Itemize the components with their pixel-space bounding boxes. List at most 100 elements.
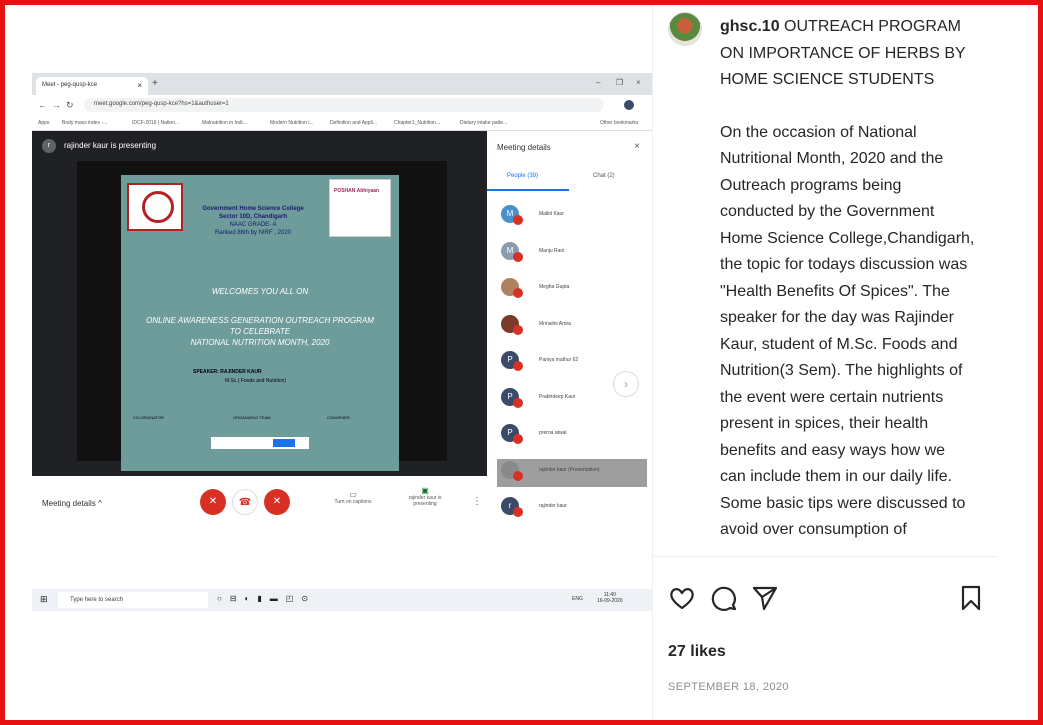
mic-off-icon [513,361,523,371]
bookmark-item[interactable]: Chapter1_Nutrition... [394,120,440,126]
chevron-right-icon[interactable]: › [613,371,639,397]
slide-convener: CONVENER: [327,415,351,420]
close-icon[interactable]: × [634,141,640,152]
maximize-icon[interactable]: ❐ [616,78,623,87]
close-icon[interactable]: × [137,81,142,90]
presenting-button[interactable]: ▣ rajinder kaur is presenting [400,486,450,507]
presenting-button-label: rajinder kaur is presenting [408,495,442,507]
mic-off-icon [513,507,523,517]
post-image: Meet - peg-qusp-kce × + – ❐ × ← → ↻ meet… [32,73,652,611]
meet-window: r rajinder kaur is presenting POSHAN Abhi… [32,131,652,611]
present-icon: ▣ [421,486,429,495]
mic-off-icon [513,434,523,444]
tab-people[interactable]: People (39) [507,173,538,179]
bookmark-item[interactable]: Body mass index -... [62,120,107,126]
browser-tabbar: Meet - peg-qusp-kce × + – ❐ × [32,73,652,95]
participant-name: Manju Rani [539,247,565,254]
presenter-avatar: r [42,139,56,153]
meeting-details-panel: Meeting details × People (39) Chat (2) M… [487,131,652,531]
slide-team: ORGANIZING TEAM [233,415,271,420]
camera-off-button[interactable]: ✕ [264,489,290,515]
meet-controls: Meeting details ^ ✕ ☎ ✕ ▭ Turn on caption… [32,476,487,531]
comment-icon[interactable] [710,584,738,612]
leave-call-button[interactable]: ☎ [232,489,258,515]
slide-program: ONLINE AWARENESS GENERATION OUTREACH PRO… [131,315,389,348]
heart-icon[interactable] [668,584,696,612]
captions-label: Turn on captions [334,499,372,505]
mic-off-button[interactable]: ✕ [200,489,226,515]
slide-speaker: SPEAKER: RAJINDER KAUR [193,369,262,375]
taskbar-search[interactable]: Type here to search [58,592,208,608]
back-icon[interactable]: ← [38,100,47,110]
mic-off-icon [513,251,523,262]
bookmark-item[interactable]: Malnutrition in Indi... [202,120,247,126]
address-bar-row: ← → ↻ meet.google.com/peg-qusp-kce?hs=1&… [32,95,652,115]
participant-row[interactable]: r rajinder kaur [497,495,647,523]
slide-program-line: ONLINE AWARENESS GENERATION OUTREACH PRO… [146,316,374,325]
caption-separator [652,556,998,557]
more-options-icon[interactable]: ⋮ [472,496,482,507]
bookmark-icon[interactable] [957,584,985,612]
poshan-logo: POSHAN Abhiyaan [329,179,391,237]
participant-name: Malkit Kaur [539,211,565,217]
participant-name: Megha Gupta [539,284,570,290]
participant-row[interactable]: Megha Gupta [497,276,647,304]
windows-start-icon[interactable]: ⊞ [40,594,48,605]
college-seal-logo [127,183,183,231]
slide-coordinator: CO-ORDINATOR [133,415,164,420]
profile-avatar[interactable] [624,100,634,110]
slide-college-block: Government Home Science College Sector 1… [193,205,313,237]
participant-name: Mrinalini Arora [539,320,571,327]
participant-row[interactable]: Pprerna atwal [497,422,647,450]
post-username[interactable]: ghsc.10 [720,18,780,35]
presentation-stage: r rajinder kaur is presenting POSHAN Abhi… [32,131,487,476]
new-tab-icon[interactable]: + [152,78,158,89]
captions-button[interactable]: ▭ Turn on captions [328,490,378,505]
meeting-details-button[interactable]: Meeting details ^ [42,499,102,508]
bookmark-item[interactable]: Apps [38,120,49,126]
bookmark-item[interactable]: Modern Nutrition i... [270,120,314,126]
bookmark-item[interactable]: Definition and Appli... [330,120,377,126]
post-caption: ghsc.10 OUTREACH PROGRAM ON IMPORTANCE O… [720,14,975,544]
slide-naac: NAAC GRADE- A [229,222,277,228]
reload-icon[interactable]: ↻ [66,100,74,111]
tab-chat[interactable]: Chat (2) [593,173,615,179]
bookmark-item[interactable]: Dietary intake patte... [460,120,507,126]
shared-slide: POSHAN Abhiyaan Government Home Science … [121,175,399,471]
clock-date: 16-09-2020 [597,598,623,604]
slide-speaker-degree: M.Sc.( Foods and Nutrition) [225,378,287,384]
presenting-banner: r rajinder kaur is presenting [42,139,156,153]
participant-row[interactable]: M Manju Rani [497,240,647,268]
participant-row[interactable]: rajinder kaur (Presentation) [497,458,647,487]
window-close-icon[interactable]: × [636,78,641,87]
clock-lang: ENG [572,596,583,602]
slide-welcome: WELCOMES YOU ALL ON [211,287,309,296]
participant-row[interactable]: Mrinalini Arora [497,313,647,341]
slide-share-bar [211,437,309,449]
participant-name: rajinder kaur [539,503,567,509]
bookmark-item[interactable]: IDCF-2019 | Nation... [132,120,179,126]
participant-row[interactable]: M Malkit Kaur [497,203,647,231]
captions-icon: ▭ [349,490,357,499]
post-divider [652,5,653,720]
post-date: SEPTEMBER 18, 2020 [668,681,789,693]
active-tab-indicator [487,189,569,191]
taskbar-app-icons[interactable]: ○⊟◐▮▬◰⊙ [217,594,316,603]
likes-count[interactable]: 27 likes [668,643,726,661]
meeting-details-label: Meeting details [42,499,96,508]
bookmark-item[interactable]: Other bookmarks [600,120,638,126]
forward-icon[interactable]: → [52,100,61,110]
mic-off-icon [513,324,523,335]
slide-program-line: TO CELEBRATE [229,327,291,336]
bookmarks-bar: Apps Body mass index -... IDCF-2019 | Na… [32,115,652,131]
avatar[interactable] [668,12,702,46]
share-icon[interactable] [751,584,779,612]
windows-taskbar: ⊞ Type here to search ○⊟◐▮▬◰⊙ 11:40 16-0… [32,589,652,611]
minimize-icon[interactable]: – [596,78,600,87]
participant-name: Paniya mathur 62 [539,357,579,363]
mic-off-icon [513,215,523,225]
url-field[interactable]: meet.google.com/peg-qusp-kce?hs=1&authus… [84,98,604,112]
slide-program-line: NATIONAL NUTRITION MONTH, 2020 [190,338,330,347]
browser-tab[interactable]: Meet - peg-qusp-kce × [36,77,148,95]
participant-name: Prabhdeep Kaur [539,393,576,400]
